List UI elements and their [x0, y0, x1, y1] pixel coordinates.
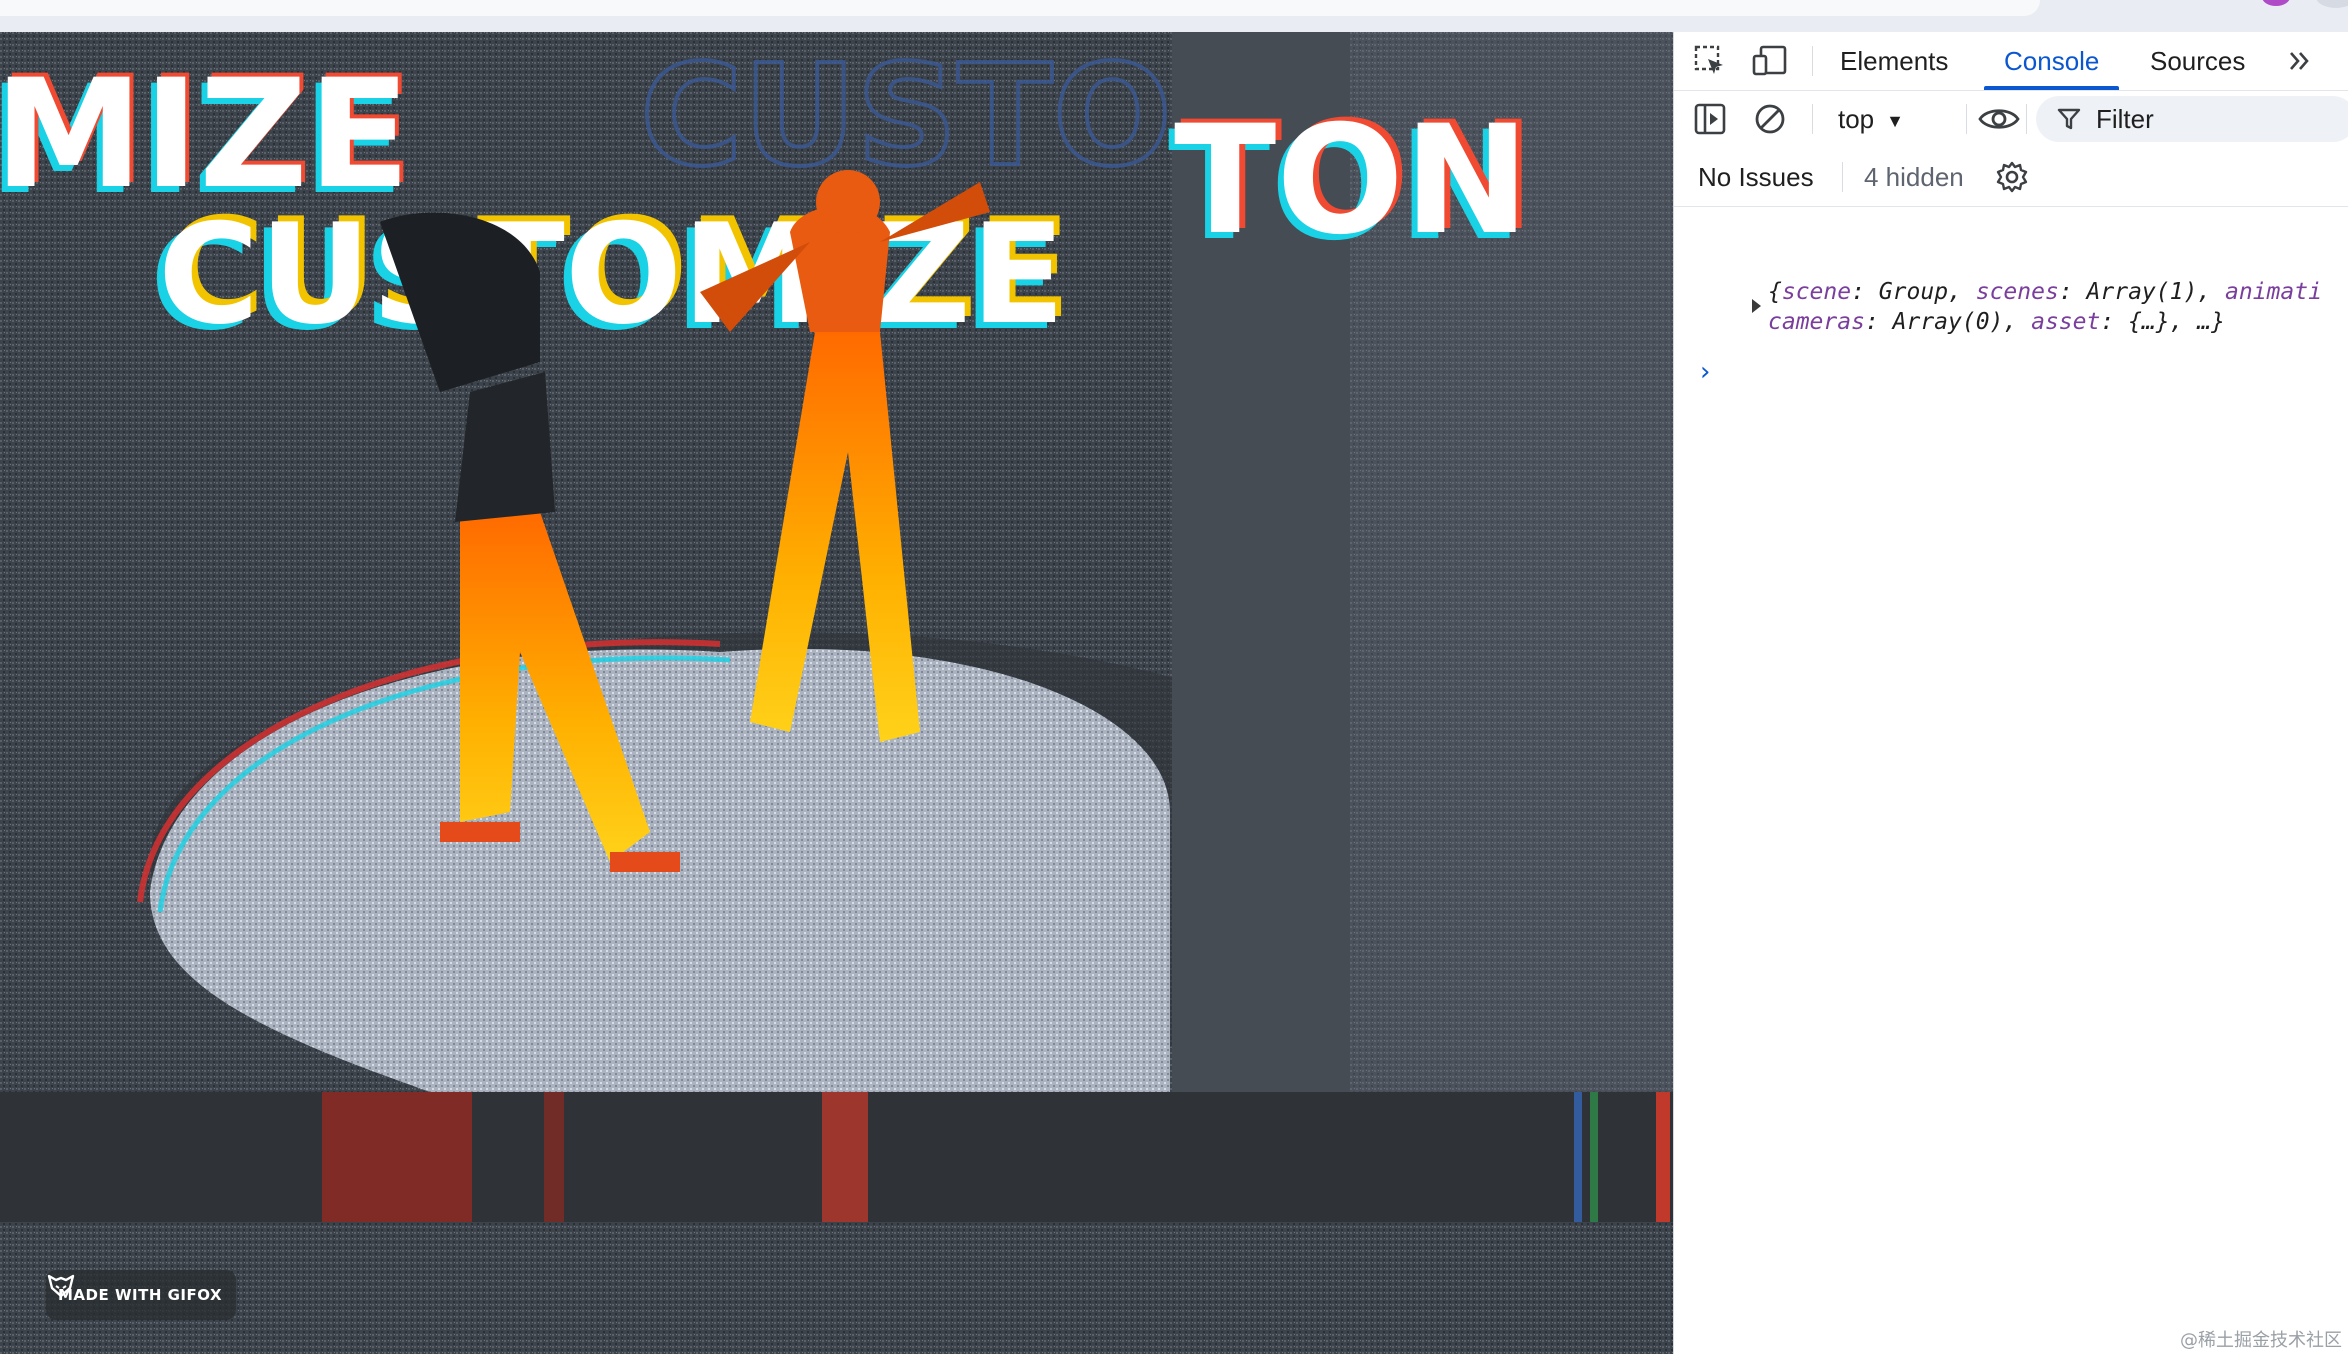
- glitched-scene: CUSTO MIZE MIZE MIZE CUSTOMIZE CUSTOMIZE…: [0, 32, 1673, 1354]
- overlay-text-right: TON: [1174, 94, 1529, 268]
- log-key-asset: asset: [2031, 309, 2101, 335]
- live-expression-eye-icon[interactable]: [1974, 99, 2024, 139]
- clear-console-icon[interactable]: [1750, 99, 1790, 139]
- devtools-tab-bar: Elements Console Sources: [1674, 32, 2348, 91]
- more-tabs-chevron-icon[interactable]: [2280, 41, 2320, 81]
- filter-placeholder: Filter: [2096, 104, 2154, 134]
- log-value-asset: : {…}, …}: [2100, 309, 2225, 335]
- console-log-line-2: cameras: Array(0), asset: {…}, …}: [1768, 309, 2225, 335]
- issues-divider: [1842, 162, 1843, 192]
- glitch-bar-red-4: [1656, 1092, 1670, 1222]
- profile-avatar[interactable]: [2262, 0, 2290, 6]
- glitch-bar-blue: [1574, 1092, 1582, 1222]
- tab-sources[interactable]: Sources: [2150, 32, 2245, 90]
- browser-top-strip: [0, 0, 2348, 32]
- tab-console[interactable]: Console: [1983, 32, 2120, 90]
- console-settings-gear-icon[interactable]: [1992, 157, 2032, 197]
- log-key-scenes: scenes: [1975, 279, 2059, 305]
- extension-button[interactable]: [2316, 0, 2348, 8]
- inspect-element-icon[interactable]: [1690, 41, 1730, 81]
- toolbar-divider-3: [2026, 104, 2027, 134]
- log-brace: {: [1768, 279, 1782, 305]
- gifox-fox-icon: [47, 1274, 75, 1298]
- glitch-bar-green: [1590, 1092, 1598, 1222]
- tab-elements[interactable]: Elements: [1840, 32, 1948, 90]
- issues-status[interactable]: No Issues: [1698, 148, 1814, 206]
- hidden-messages-count[interactable]: 4 hidden: [1864, 148, 1964, 206]
- glitch-bar-red-3: [544, 1092, 564, 1222]
- toolbar-divider-1: [1812, 104, 1813, 134]
- filter-icon: [2057, 108, 2081, 130]
- context-selector[interactable]: top ▼: [1838, 98, 1904, 140]
- log-key-animations: animati: [2225, 279, 2322, 305]
- log-value-cameras: : Array(0),: [1864, 309, 2032, 335]
- log-value-scene: : Group,: [1851, 279, 1976, 305]
- watermark: @稀土掘金技术社区: [2180, 1330, 2342, 1351]
- toolbar-divider-2: [1966, 104, 1967, 134]
- console-prompt[interactable]: ›: [1700, 357, 1710, 387]
- context-selector-value: top: [1838, 104, 1875, 134]
- console-output[interactable]: {scene: Group, scenes: Array(1), animati…: [1674, 207, 2348, 1354]
- issues-bar: No Issues 4 hidden: [1674, 148, 2348, 207]
- console-toolbar: top ▼ Filter: [1674, 90, 2348, 148]
- log-key-cameras: cameras: [1768, 309, 1865, 335]
- gifox-badge-label: MADE WITH GIFOX: [58, 1286, 223, 1304]
- log-key-scene: scene: [1781, 279, 1852, 305]
- webgl-canvas[interactable]: CUSTO MIZE MIZE MIZE CUSTOMIZE CUSTOMIZE…: [0, 32, 1673, 1354]
- expand-object-triangle-icon[interactable]: [1752, 299, 1761, 313]
- glitch-bar-red-2: [822, 1092, 868, 1222]
- sidebar-toggle-icon[interactable]: [1690, 99, 1730, 139]
- filter-input[interactable]: Filter: [2036, 96, 2348, 142]
- devtools-panel: Elements Console Sources top ▼ Filter No…: [1673, 32, 2348, 1354]
- overlay-text-ghost: CUSTO: [640, 35, 1172, 198]
- caret-down-icon: ▼: [1886, 111, 1904, 132]
- gifox-badge: MADE WITH GIFOX: [46, 1270, 237, 1320]
- log-value-scenes: : Array(1),: [2058, 279, 2225, 305]
- address-bar-edge[interactable]: [0, 0, 2040, 16]
- glitch-bar-red-1: [322, 1092, 472, 1222]
- tab-divider: [1812, 46, 1813, 76]
- console-log-line-1: {scene: Group, scenes: Array(1), animati: [1768, 279, 2322, 305]
- lower-floor: [0, 1222, 1673, 1354]
- device-toolbar-icon[interactable]: [1750, 41, 1790, 81]
